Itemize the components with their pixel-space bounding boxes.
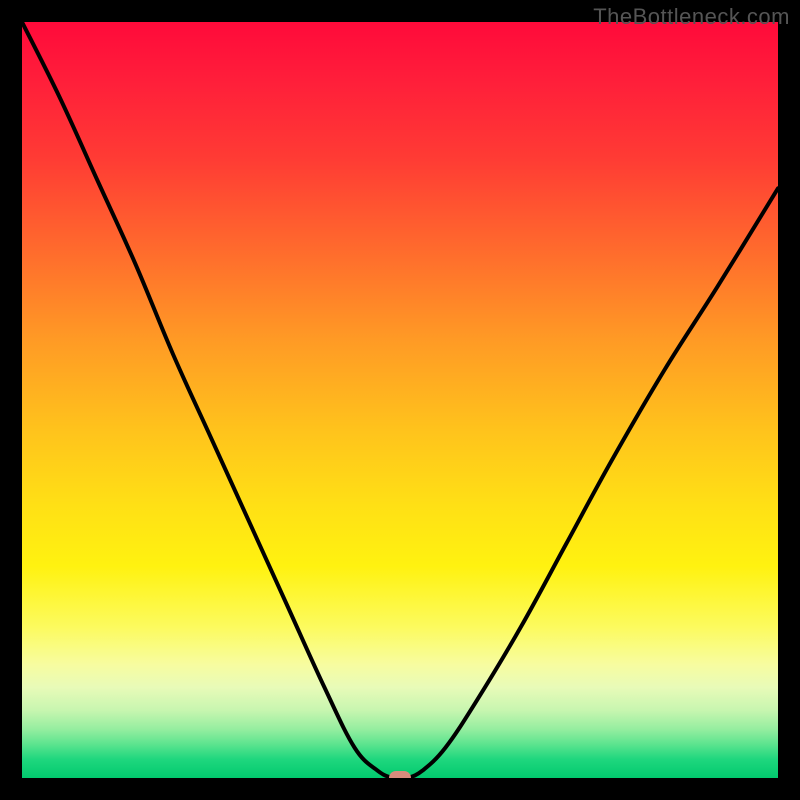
- watermark-text: TheBottleneck.com: [593, 4, 790, 30]
- bottleneck-curve: [22, 22, 778, 778]
- optimal-marker: [389, 771, 411, 778]
- plot-area: [22, 22, 778, 778]
- chart-frame: TheBottleneck.com: [0, 0, 800, 800]
